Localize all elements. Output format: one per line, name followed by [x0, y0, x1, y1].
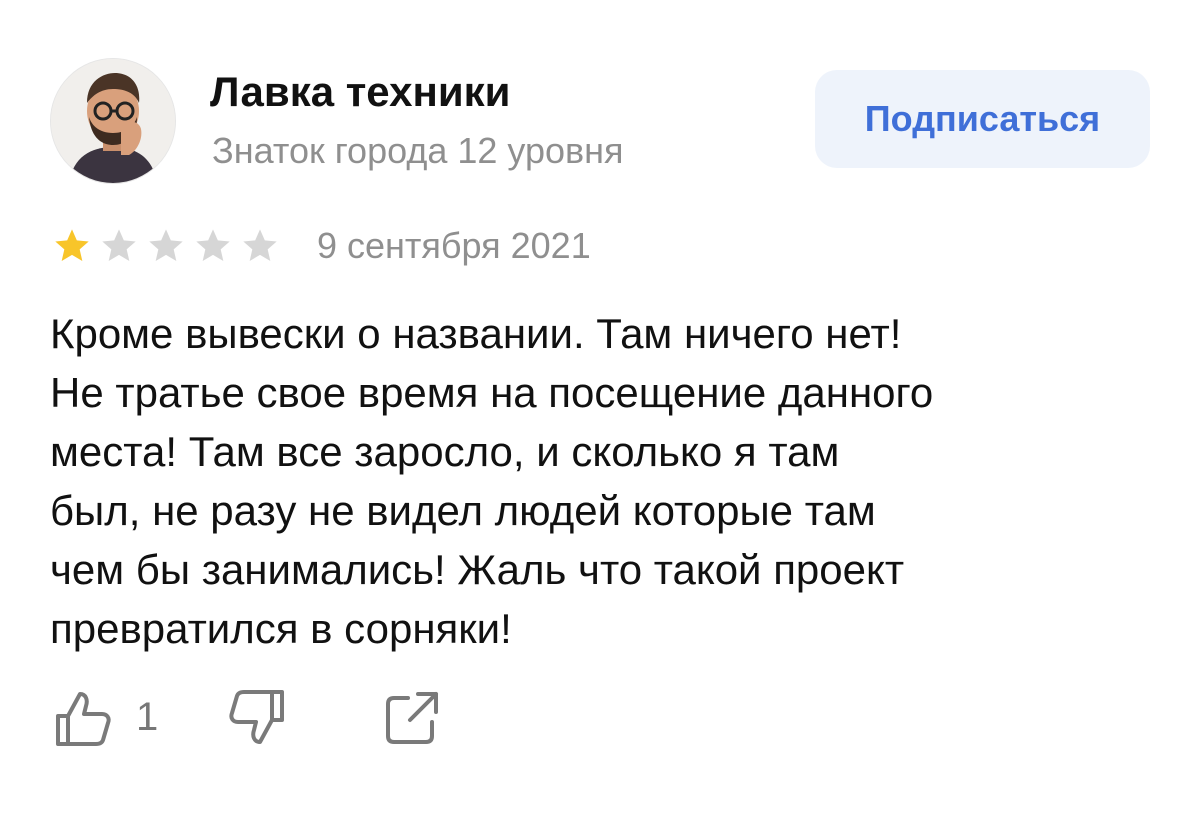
star-rating [52, 226, 292, 266]
rating-row: 9 сентября 2021 [52, 222, 752, 272]
review-text-line: превратился в сорняки! [50, 605, 512, 652]
review-text-line: места! Там все заросло, и сколько я там [50, 428, 840, 475]
subscribe-button[interactable]: Подписаться [815, 70, 1150, 168]
review-text-line: был, не разу не видел людей которые там [50, 487, 876, 534]
author-avatar[interactable] [50, 58, 176, 184]
star-5-icon [243, 229, 277, 261]
thumbs-down-icon[interactable] [226, 686, 290, 750]
review-card: Лавка техники Знаток города 12 уровня По… [0, 0, 1200, 820]
review-header: Лавка техники Знаток города 12 уровня По… [50, 58, 1150, 184]
star-3-icon [149, 229, 183, 261]
star-2-icon [102, 229, 136, 261]
author-name[interactable]: Лавка техники [210, 68, 511, 116]
review-actions: 1 [50, 686, 470, 756]
share-icon[interactable] [380, 686, 444, 750]
review-text: Кроме вывески о названии. Там ничего нет… [50, 304, 1150, 658]
star-1-icon [55, 229, 89, 261]
avatar-man-with-glasses-icon [51, 59, 175, 183]
review-text-line: Кроме вывески о названии. Там ничего нет… [50, 310, 902, 357]
review-text-line: Не тратье свое время на посещение данног… [50, 369, 934, 416]
review-date: 9 сентября 2021 [317, 225, 591, 266]
author-level: Знаток города 12 уровня [212, 130, 624, 171]
review-text-line: чем бы занимались! Жаль что такой проект [50, 546, 905, 593]
like-count: 1 [136, 695, 159, 739]
star-4-icon [196, 229, 230, 261]
thumbs-up-icon[interactable] [50, 686, 114, 750]
